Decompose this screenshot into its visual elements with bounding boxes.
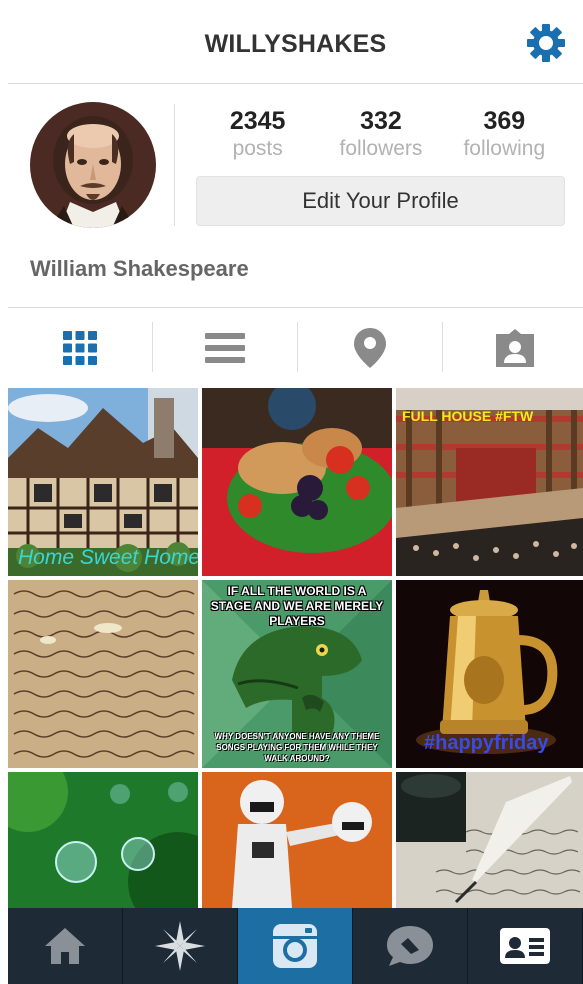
avatar[interactable] bbox=[30, 102, 156, 228]
view-tabs bbox=[8, 308, 583, 388]
top-bar: WILLYSHAKES bbox=[8, 0, 583, 84]
activity-bubble-icon bbox=[387, 926, 433, 966]
photo-philosoraptor-meme[interactable]: IF ALL THE WORLD IS A STAGE AND WE ARE M… bbox=[202, 580, 392, 768]
photo-stormtroopers[interactable] bbox=[202, 772, 392, 908]
posts-label: posts bbox=[232, 137, 283, 160]
tab-map[interactable] bbox=[298, 308, 442, 388]
tagged-person-icon bbox=[496, 329, 534, 367]
followers-count: 332 bbox=[360, 107, 402, 135]
profile-card-icon bbox=[500, 928, 550, 964]
photo-food-platter[interactable] bbox=[202, 388, 392, 576]
photo-water-droplets[interactable] bbox=[8, 772, 198, 908]
photo-golden-tankard[interactable]: #happyfriday bbox=[396, 580, 583, 768]
nav-explore[interactable] bbox=[123, 908, 238, 984]
posts-count: 2345 bbox=[229, 107, 286, 135]
nav-activity[interactable] bbox=[353, 908, 468, 984]
full-name: William Shakespeare bbox=[30, 256, 249, 281]
grid-icon bbox=[63, 331, 97, 365]
photo-globe-theatre[interactable]: FULL HOUSE #FTW bbox=[396, 388, 583, 576]
bottom-nav bbox=[8, 908, 583, 984]
meme-top-text: IF ALL THE WORLD IS A STAGE AND WE ARE M… bbox=[210, 584, 384, 628]
edit-profile-button[interactable]: Edit Your Profile bbox=[196, 176, 565, 226]
list-icon bbox=[205, 333, 245, 363]
photo-caption: #happyfriday bbox=[424, 732, 549, 754]
tab-tagged[interactable] bbox=[443, 308, 583, 388]
photo-caption: Home Sweet Home bbox=[18, 546, 198, 569]
profile-stats: 2345 posts 332 followers 369 following bbox=[196, 106, 566, 166]
followers-label: followers bbox=[339, 137, 423, 160]
photo-caption: FULL HOUSE #FTW bbox=[402, 408, 534, 424]
nav-profile[interactable] bbox=[468, 908, 583, 984]
photo-manuscript[interactable] bbox=[8, 580, 198, 768]
meme-bottom-text: WHY DOESN'T ANYONE HAVE ANY THEME SONGS … bbox=[214, 732, 380, 763]
stat-posts[interactable]: 2345 posts bbox=[196, 106, 319, 166]
profile-section: 2345 posts 332 followers 369 following E… bbox=[8, 84, 583, 308]
tab-grid[interactable] bbox=[8, 308, 152, 388]
photo-tudor-house[interactable]: Home Sweet Home bbox=[8, 388, 198, 576]
photo-inkwell-quill[interactable] bbox=[396, 772, 583, 908]
following-count: 369 bbox=[483, 107, 526, 135]
profile-divider bbox=[174, 104, 175, 226]
username-title: WILLYSHAKES bbox=[204, 30, 387, 58]
settings-button[interactable] bbox=[525, 22, 567, 64]
explore-star-icon bbox=[155, 921, 205, 971]
nav-camera[interactable] bbox=[238, 908, 353, 984]
following-label: following bbox=[463, 137, 546, 160]
stat-followers[interactable]: 332 followers bbox=[319, 106, 442, 166]
location-pin-icon bbox=[354, 328, 386, 368]
home-icon bbox=[45, 928, 85, 964]
nav-home[interactable] bbox=[8, 908, 123, 984]
stat-following[interactable]: 369 following bbox=[443, 106, 566, 166]
tab-list[interactable] bbox=[153, 308, 297, 388]
gear-icon bbox=[527, 24, 565, 62]
camera-icon bbox=[273, 924, 317, 968]
photo-grid: Home Sweet Home FULL HOUSE #FTW IF ALL T… bbox=[8, 388, 583, 908]
